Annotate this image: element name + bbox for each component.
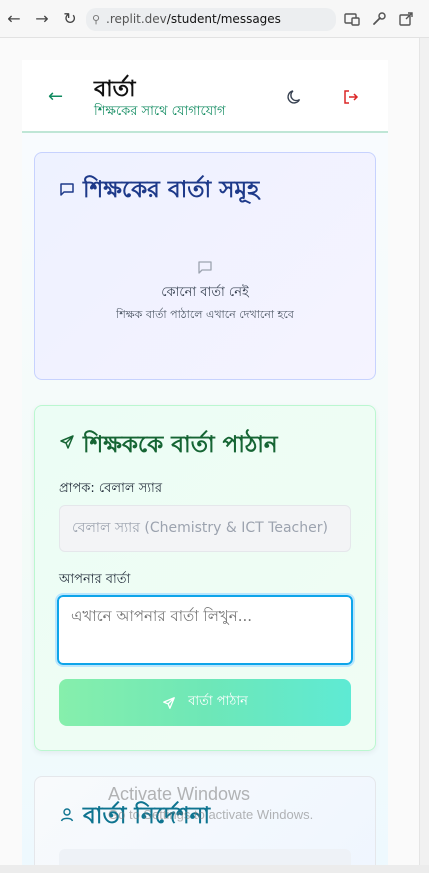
page-subtitle: শিক্ষকের সাথে যোগাযোগ <box>94 104 226 119</box>
url-path: /student/messages <box>166 12 281 26</box>
vertical-scrollbar[interactable] <box>419 38 429 865</box>
empty-state-subtitle: শিক্ষক বার্তা পাঠালে এখানে দেখানো হবে <box>116 308 294 321</box>
message-label: আপনার বার্তা <box>59 572 131 587</box>
recipient-label: প্রাপক: বেলাল স্যার <box>59 481 162 496</box>
page-viewport: ← বার্তা শিক্ষকের সাথে যোগাযোগ শিক্ষকের … <box>0 38 419 865</box>
forward-arrow-icon[interactable]: → <box>32 9 52 29</box>
empty-state-title: কোনো বার্তা নেই <box>161 285 249 300</box>
send-button-label: বার্তা পাঠান <box>188 694 248 709</box>
cast-icon[interactable] <box>343 10 361 28</box>
message-textarea[interactable] <box>55 593 355 667</box>
watermark-title: Activate Windows <box>108 784 251 804</box>
messages-page: ← বার্তা শিক্ষকের সাথে যোগাযোগ শিক্ষকের … <box>22 60 388 865</box>
browser-toolbar: ← → ↻ ⚲ .replit.dev/student/messages <box>0 0 429 38</box>
message-square-icon <box>60 183 74 196</box>
site-info-icon[interactable]: ⚲ <box>92 8 100 31</box>
url-prefix: .replit.dev <box>106 12 167 26</box>
send-icon <box>163 696 176 709</box>
watermark-subtitle: Go to Settings to activate Windows. <box>108 807 314 822</box>
horizontal-scrollbar[interactable] <box>0 865 429 873</box>
send-message-button[interactable]: বার্তা পাঠান <box>59 679 351 726</box>
back-icon[interactable]: ← <box>48 88 63 106</box>
recipient-field: বেলাল স্যার (Chemistry & ICT Teacher) <box>59 505 351 552</box>
guideline-item <box>59 849 351 865</box>
compose-title: শিক্ষককে বার্তা পাঠান <box>83 431 278 458</box>
windows-activation-watermark: Activate Windows Go to Settings to activ… <box>108 784 313 822</box>
logout-icon[interactable] <box>342 88 360 106</box>
back-arrow-icon[interactable]: ← <box>4 9 24 29</box>
inbox-title: শিক্ষকের বার্তা সমূহ <box>83 176 260 203</box>
moon-icon[interactable] <box>286 88 304 106</box>
teacher-messages-card: শিক্ষকের বার্তা সমূহ কোনো বার্তা নেই শিক… <box>34 152 376 380</box>
empty-message-icon <box>198 261 212 274</box>
user-icon <box>60 808 74 822</box>
open-external-icon[interactable] <box>397 10 415 28</box>
send-icon <box>60 435 74 449</box>
send-message-card: শিক্ষককে বার্তা পাঠান প্রাপক: বেলাল স্যা… <box>34 405 376 751</box>
wrench-icon[interactable] <box>370 10 388 28</box>
address-bar[interactable]: ⚲ .replit.dev/student/messages <box>86 8 336 31</box>
reload-icon[interactable]: ↻ <box>60 9 80 29</box>
page-header: ← বার্তা শিক্ষকের সাথে যোগাযোগ <box>22 60 388 133</box>
